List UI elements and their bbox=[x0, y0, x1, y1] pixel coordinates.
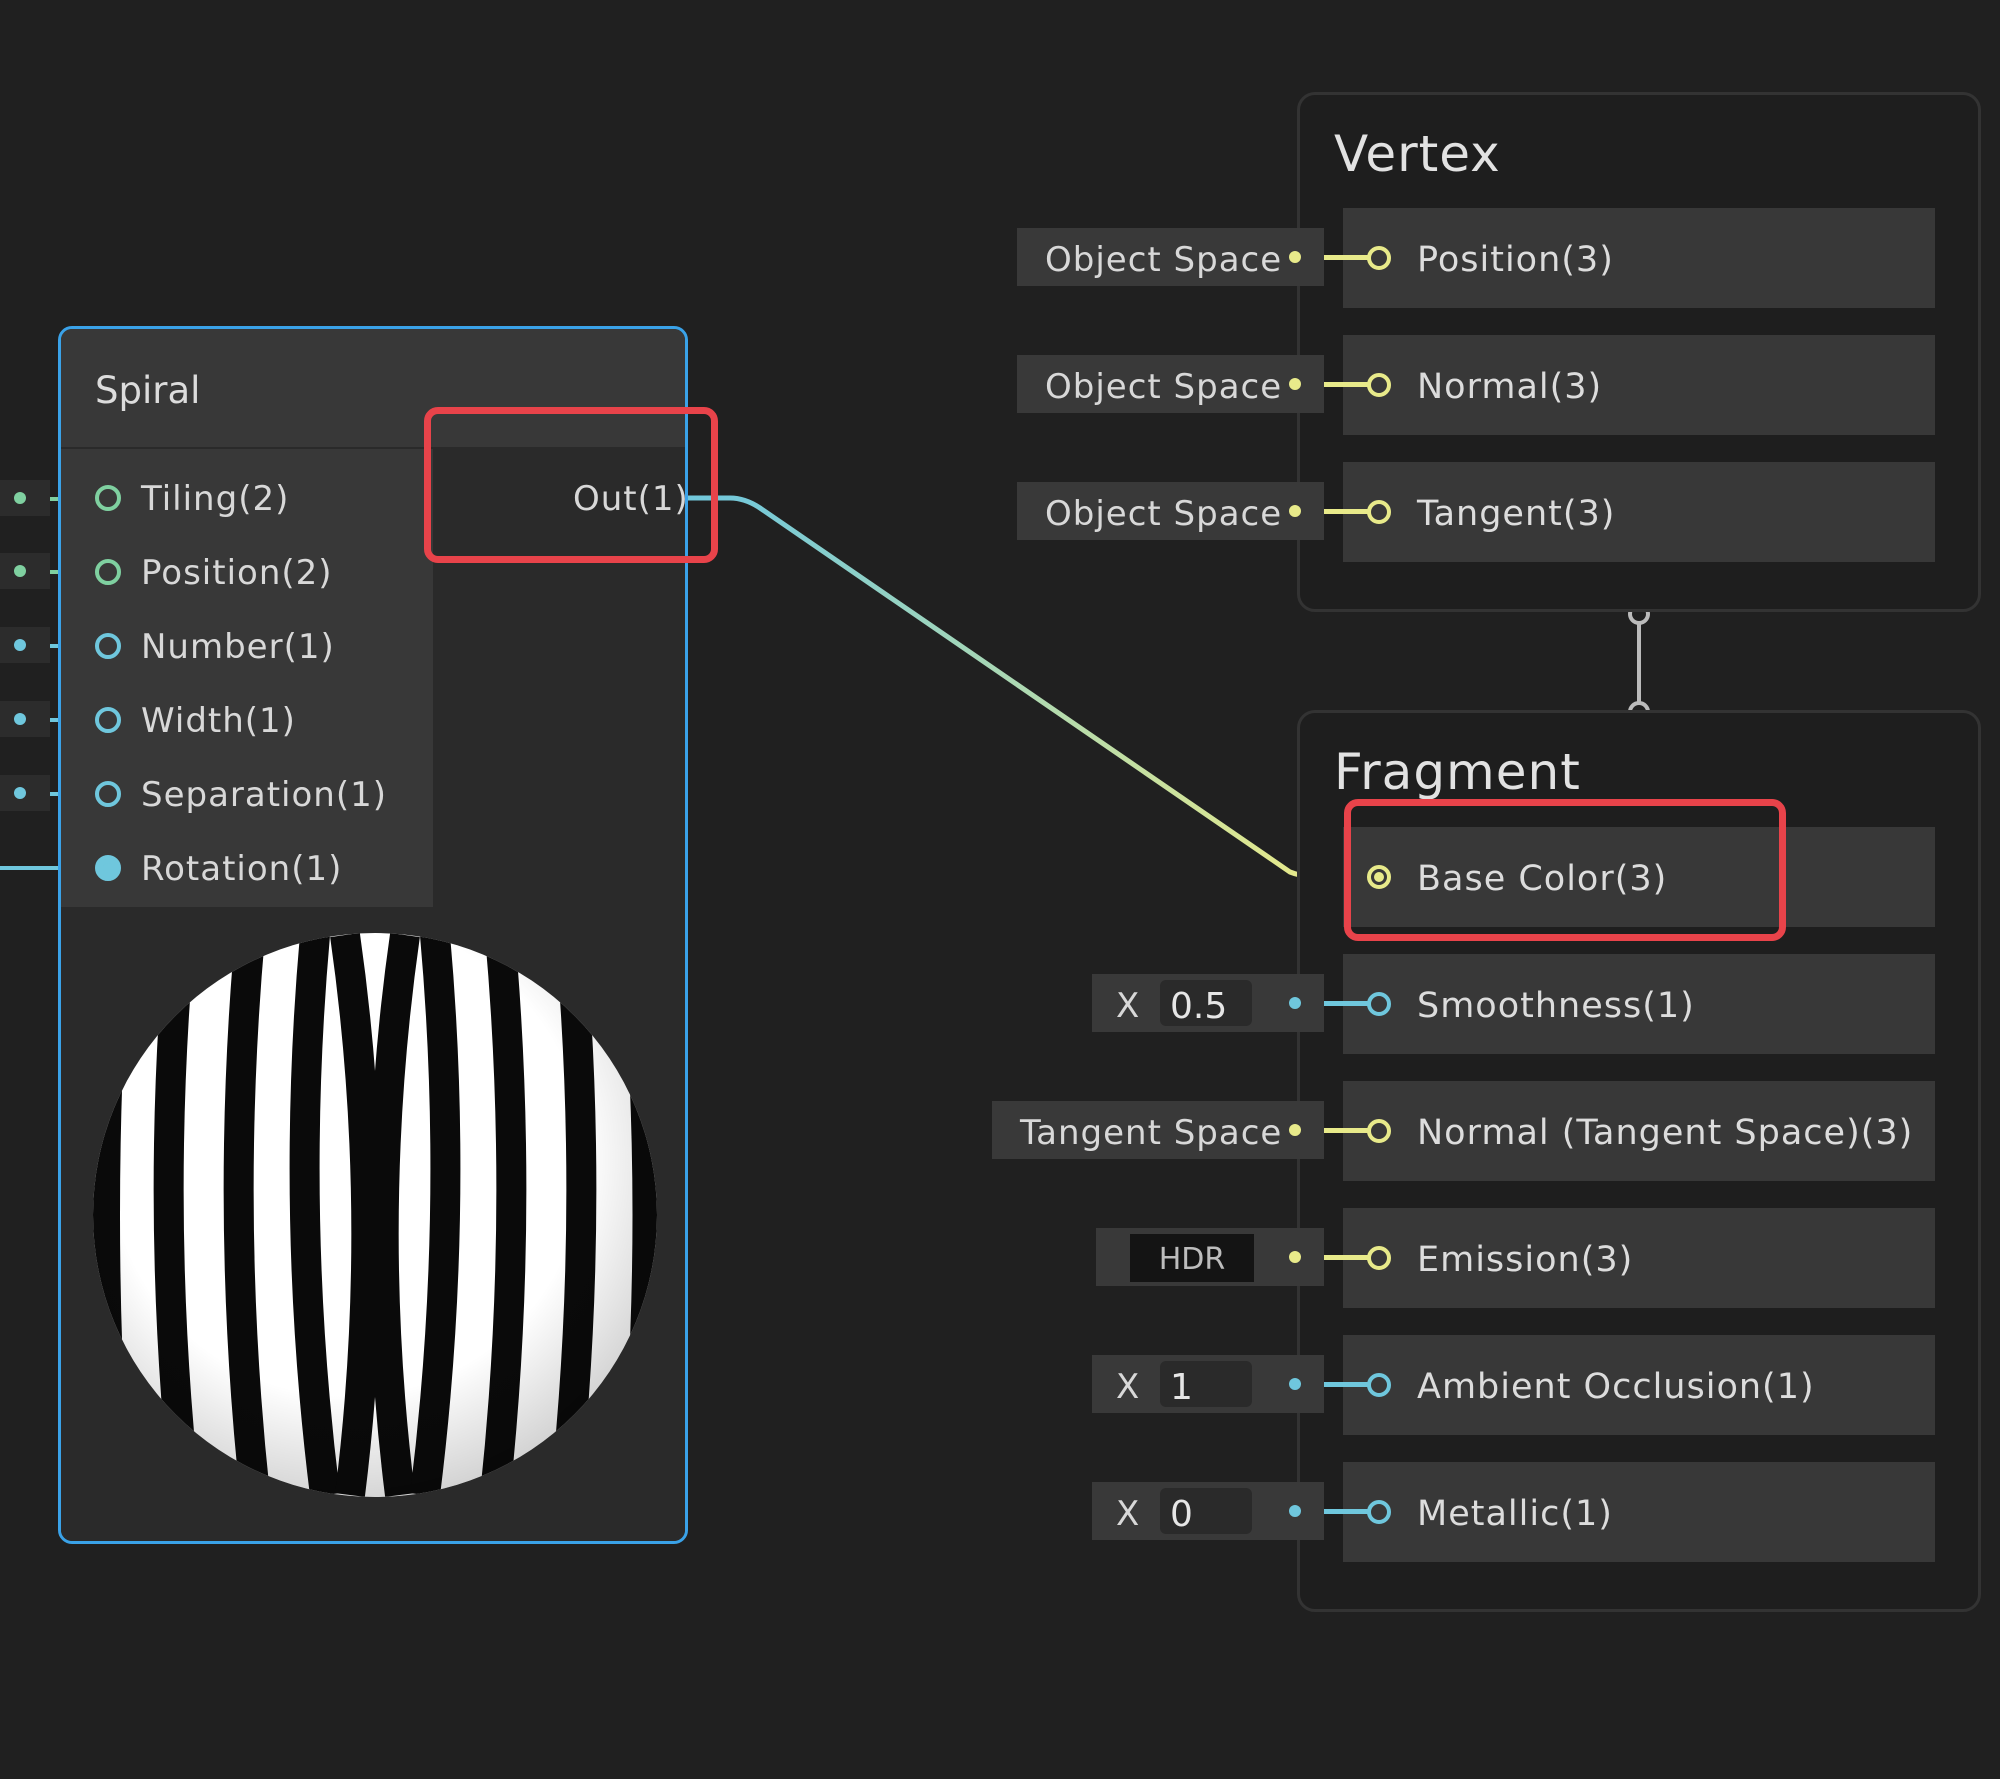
spiral-inputs: Tiling(2) Position(2) Number(1) Width(1)… bbox=[61, 449, 433, 907]
vertex-block-normal[interactable]: Normal(3) bbox=[1343, 335, 1935, 435]
axis-label: X bbox=[1116, 1367, 1141, 1407]
vertex-title: Vertex bbox=[1334, 125, 1501, 183]
input-stub-width bbox=[0, 701, 50, 737]
axis-label: X bbox=[1116, 986, 1141, 1026]
smoothness-number-input[interactable]: 0.5 bbox=[1160, 980, 1252, 1027]
input-label-separation: Separation(1) bbox=[141, 775, 388, 815]
fragment-block-normal-ts[interactable]: Normal (Tangent Space)(3) bbox=[1343, 1081, 1935, 1181]
smoothness-value-field[interactable]: X 0.5 bbox=[1092, 974, 1324, 1032]
port-ring-icon[interactable] bbox=[1367, 373, 1391, 397]
object-space-field-normal[interactable]: Object Space bbox=[1017, 355, 1324, 413]
input-stub-separation bbox=[0, 775, 50, 811]
fragment-block-ambient-occlusion[interactable]: Ambient Occlusion(1) bbox=[1343, 1335, 1935, 1435]
input-port-separation[interactable]: Separation(1) bbox=[61, 771, 433, 821]
fragment-block-smoothness[interactable]: Smoothness(1) bbox=[1343, 954, 1935, 1054]
frag-field-wire-ao bbox=[1324, 1382, 1368, 1387]
port-ring-icon[interactable] bbox=[1367, 1119, 1391, 1143]
input-label-rotation: Rotation(1) bbox=[141, 849, 343, 889]
vertex-field-wire-tangent bbox=[1324, 509, 1368, 514]
vertex-field-wire-position bbox=[1324, 255, 1368, 260]
port-dot-icon bbox=[1289, 1251, 1301, 1263]
spiral-preview-sphere bbox=[93, 933, 657, 1497]
port-dot-icon bbox=[1289, 1505, 1301, 1517]
ambient-occlusion-value-field[interactable]: X 1 bbox=[1092, 1355, 1324, 1413]
metallic-value-field[interactable]: X 0 bbox=[1092, 1482, 1324, 1540]
input-port-rotation[interactable]: Rotation(1) bbox=[61, 845, 433, 895]
block-label: Normal (Tangent Space)(3) bbox=[1417, 1113, 1914, 1153]
port-dot-icon bbox=[1289, 378, 1301, 390]
input-edge-rotation bbox=[0, 866, 62, 870]
input-label-tiling: Tiling(2) bbox=[141, 479, 290, 519]
port-ring-connected-icon[interactable] bbox=[95, 855, 121, 881]
port-ring-icon[interactable] bbox=[95, 707, 121, 733]
port-dot-icon bbox=[1289, 997, 1301, 1009]
block-label: Position(3) bbox=[1417, 240, 1614, 280]
port-dot-icon bbox=[1289, 1124, 1301, 1136]
input-label-width: Width(1) bbox=[141, 701, 296, 741]
number-value: 0 bbox=[1170, 1494, 1193, 1535]
frag-field-wire-smoothness bbox=[1324, 1001, 1368, 1006]
hdr-label: HDR bbox=[1158, 1242, 1226, 1277]
input-port-position[interactable]: Position(2) bbox=[61, 549, 433, 599]
port-ring-icon[interactable] bbox=[95, 559, 121, 585]
number-value: 1 bbox=[1170, 1367, 1193, 1408]
vertex-block-position[interactable]: Position(3) bbox=[1343, 208, 1935, 308]
port-ring-icon[interactable] bbox=[95, 485, 121, 511]
space-dropdown-value: Object Space bbox=[1045, 494, 1283, 534]
frag-field-wire-normal bbox=[1324, 1128, 1368, 1133]
input-stub-tiling bbox=[0, 480, 50, 516]
block-label: Emission(3) bbox=[1417, 1240, 1634, 1280]
fragment-title: Fragment bbox=[1334, 743, 1581, 801]
block-label: Normal(3) bbox=[1417, 367, 1603, 407]
fragment-block-emission[interactable]: Emission(3) bbox=[1343, 1208, 1935, 1308]
object-space-field-tangent[interactable]: Object Space bbox=[1017, 482, 1324, 540]
ao-number-input[interactable]: 1 bbox=[1160, 1361, 1252, 1408]
port-ring-icon[interactable] bbox=[1367, 500, 1391, 524]
input-port-tiling[interactable]: Tiling(2) bbox=[61, 475, 433, 525]
spiral-preview bbox=[61, 915, 685, 1541]
port-ring-icon[interactable] bbox=[1367, 1246, 1391, 1270]
tangent-space-field[interactable]: Tangent Space bbox=[992, 1101, 1324, 1159]
block-label: Ambient Occlusion(1) bbox=[1417, 1367, 1815, 1407]
axis-label: X bbox=[1116, 1494, 1141, 1534]
vertex-block-tangent[interactable]: Tangent(3) bbox=[1343, 462, 1935, 562]
input-stub-number bbox=[0, 627, 50, 663]
block-label: Metallic(1) bbox=[1417, 1494, 1613, 1534]
port-ring-icon[interactable] bbox=[1367, 1500, 1391, 1524]
space-dropdown-value: Object Space bbox=[1045, 367, 1283, 407]
space-dropdown-value: Object Space bbox=[1045, 240, 1283, 280]
fragment-block-metallic[interactable]: Metallic(1) bbox=[1343, 1462, 1935, 1562]
port-ring-icon[interactable] bbox=[1367, 992, 1391, 1016]
port-ring-icon[interactable] bbox=[95, 633, 121, 659]
frag-field-wire-metallic bbox=[1324, 1509, 1368, 1514]
spiral-node-title: Spiral bbox=[95, 369, 201, 412]
input-stub-position bbox=[0, 553, 50, 589]
block-label: Tangent(3) bbox=[1417, 494, 1616, 534]
input-label-position: Position(2) bbox=[141, 553, 333, 593]
object-space-field-position[interactable]: Object Space bbox=[1017, 228, 1324, 286]
port-ring-icon[interactable] bbox=[1367, 246, 1391, 270]
port-dot-icon bbox=[1289, 251, 1301, 263]
edge-out-to-base-color[interactable] bbox=[660, 495, 1340, 879]
space-dropdown-value: Tangent Space bbox=[1020, 1113, 1283, 1153]
highlight-out-port bbox=[424, 407, 718, 563]
number-value: 0.5 bbox=[1170, 986, 1228, 1027]
metallic-number-input[interactable]: 0 bbox=[1160, 1488, 1252, 1535]
input-port-number[interactable]: Number(1) bbox=[61, 623, 433, 673]
port-dot-icon bbox=[1289, 505, 1301, 517]
block-label: Smoothness(1) bbox=[1417, 986, 1695, 1026]
emission-color-field[interactable]: HDR bbox=[1096, 1228, 1324, 1286]
vertex-field-wire-normal bbox=[1324, 382, 1368, 387]
port-ring-icon[interactable] bbox=[95, 781, 121, 807]
highlight-base-color bbox=[1344, 799, 1786, 941]
hdr-color-swatch[interactable]: HDR bbox=[1130, 1234, 1254, 1282]
input-label-number: Number(1) bbox=[141, 627, 335, 667]
port-ring-icon[interactable] bbox=[1367, 1373, 1391, 1397]
input-port-width[interactable]: Width(1) bbox=[61, 697, 433, 747]
port-dot-icon bbox=[1289, 1378, 1301, 1390]
frag-field-wire-emission bbox=[1324, 1255, 1368, 1260]
